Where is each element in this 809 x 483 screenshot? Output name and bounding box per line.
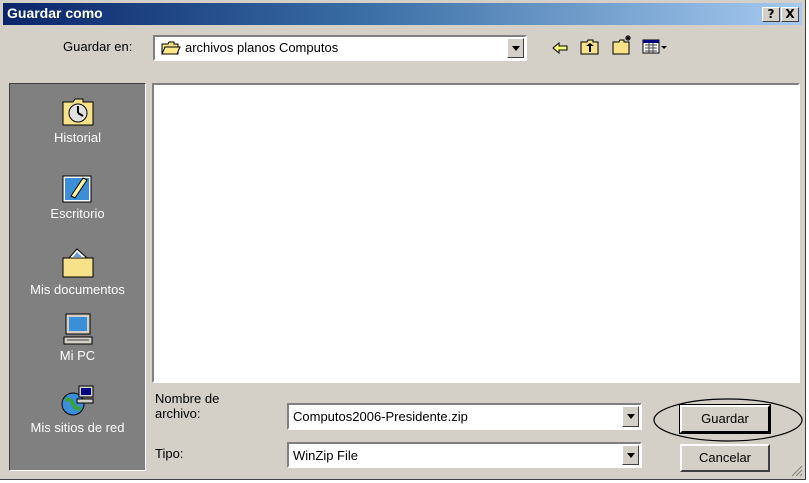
filename-label-text: Nombre de archivo: (155, 391, 220, 421)
cancel-button[interactable]: Cancelar (680, 444, 770, 472)
close-button[interactable]: X (781, 7, 799, 22)
my-documents-icon (62, 248, 93, 278)
place-label: Escritorio (50, 206, 105, 221)
place-label: Mis sitios de red (30, 420, 125, 435)
highlight-ellipse (653, 398, 803, 442)
file-list[interactable] (152, 83, 800, 383)
filetype-value: WinZip File (293, 448, 359, 463)
title-bar[interactable]: Guardar como ? X (3, 3, 802, 25)
new-folder-icon[interactable] (612, 34, 634, 56)
filetype-combo[interactable]: WinZip File (287, 442, 642, 468)
places-bar: Historial Escritorio Mis documentos Mi P… (9, 83, 146, 471)
view-menu-icon[interactable] (642, 38, 668, 56)
filename-input[interactable]: Computos2006-Presidente.zip (293, 409, 468, 424)
filename-combo[interactable]: Computos2006-Presidente.zip (287, 403, 642, 430)
network-places-icon (61, 385, 93, 416)
save-in-label: Guardar en: (63, 39, 133, 54)
dialog-title: Guardar como (7, 5, 103, 21)
filename-label: Nombre de archivo: (155, 391, 240, 421)
save-in-folder-name: archivos planos Computos (185, 40, 339, 55)
history-icon (62, 98, 93, 126)
save-in-combo[interactable]: archivos planos Computos (153, 35, 527, 61)
place-mis-sitios-de-red[interactable]: Mis sitios de red (10, 384, 145, 435)
help-button[interactable]: ? (762, 7, 780, 22)
up-folder-icon[interactable] (580, 38, 600, 56)
desktop-icon (62, 175, 91, 203)
save-in-dropdown-button[interactable] (507, 38, 524, 58)
filetype-label: Tipo: (155, 446, 184, 461)
place-label: Historial (54, 130, 101, 145)
place-mis-documentos[interactable]: Mis documentos (10, 246, 145, 297)
filetype-dropdown-button[interactable] (622, 445, 639, 465)
place-mi-pc[interactable]: Mi PC (10, 312, 145, 363)
my-computer-icon (63, 313, 92, 345)
place-escritorio[interactable]: Escritorio (10, 170, 145, 221)
place-label: Mis documentos (30, 282, 125, 297)
back-arrow-icon[interactable] (551, 40, 569, 56)
place-label: Mi PC (59, 348, 96, 363)
folder-open-icon (161, 41, 181, 55)
resize-grip-icon[interactable] (791, 465, 803, 477)
place-historial[interactable]: Historial (10, 94, 145, 145)
filename-dropdown-button[interactable] (622, 406, 639, 427)
